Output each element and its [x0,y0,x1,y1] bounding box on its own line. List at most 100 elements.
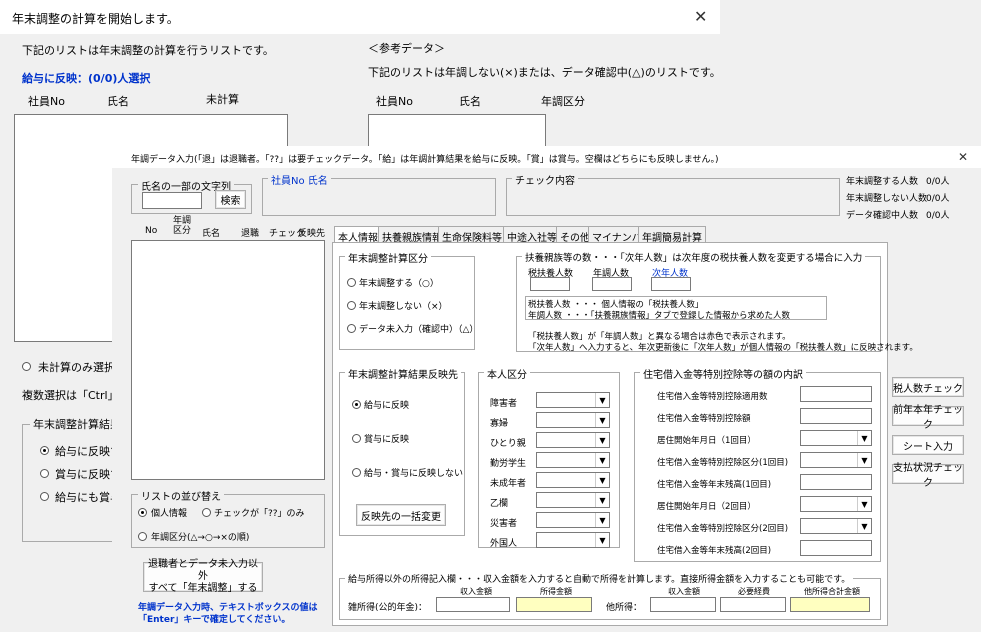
employee-list[interactable] [131,240,325,480]
search-button[interactable]: 検索 [215,190,246,209]
honnin-label: 寡婦 [490,419,509,429]
honnin-combo[interactable]: ▼ [536,432,610,448]
dropdown-arrow-icon[interactable]: ▼ [595,433,609,447]
sort-radio-check[interactable] [202,508,211,517]
radio-uncalc-label: 未計算のみ選択 [38,361,115,374]
honnin-combo[interactable]: ▼ [536,492,610,508]
stat-label-do: 年末調整する人数 [846,177,919,187]
tab-personal[interactable]: 本人情報 [334,226,382,244]
honnin-combo[interactable]: ▼ [536,472,610,488]
data-entry-close-icon[interactable]: ✕ [958,150,968,164]
jutaku-field[interactable] [800,408,872,424]
stat-label-check: データ確認中人数 [846,211,919,221]
honnin-label: 乙欄 [490,499,509,509]
honnin-combo[interactable]: ▼ [536,532,610,548]
fuyo-tax-field[interactable] [530,277,570,291]
jutaku-combo[interactable]: ▼ [800,518,872,534]
dropdown-arrow-icon[interactable]: ▼ [595,393,609,407]
jutaku-label: 住宅借入金等年末残高(2回目) [657,546,772,556]
nencho-label-pending: データ未入力（確認中）（△） [359,325,479,335]
payment-check-button[interactable]: 支払状況チェック [892,463,964,489]
close-icon[interactable]: ✕ [694,7,707,26]
col-header-uncalc: 未計算 [206,93,239,106]
stat-value-do: 0/0人 [926,177,950,187]
list-col-retired: 退職 [241,229,260,239]
nencho-radio-pending[interactable] [347,324,356,333]
dropdown-arrow-icon[interactable]: ▼ [595,453,609,467]
list-col-name: 氏名 [202,229,221,239]
search-input[interactable] [142,192,202,209]
ref-col-empno: 社員No [376,95,413,108]
other-revenue-field[interactable] [650,597,716,612]
income-col-income: 所得金額 [540,587,572,596]
other-total-field[interactable] [790,597,870,612]
jutaku-legend: 住宅借入金等特別控除等の額の内訳 [640,366,806,381]
income-legend: 給与所得以外の所得記入欄・・・収入金額を入力すると自動で所得を計算します。直接所… [345,572,854,585]
misc-income-field[interactable] [516,597,592,612]
tab-dependents[interactable]: 扶養親族情報 [378,226,446,244]
radio-salary[interactable] [40,446,49,455]
dropdown-arrow-icon[interactable]: ▼ [595,473,609,487]
window-title: 年末調整の計算を開始します。 [12,12,179,26]
bulk-nencho-button[interactable]: 退職者とデータ未入力以外 すべて「年末調整」する [143,559,263,594]
nencho-radio-do[interactable] [347,278,356,287]
selected-count: 給与に反映：(0/0)人選択 [22,72,151,85]
tax-count-check-button[interactable]: 税人数チェック [892,377,964,397]
jutaku-label: 住宅借入金等年末残高(1回目) [657,480,772,490]
jutaku-label: 住宅借入金等特別控除額 [657,414,751,424]
dropdown-arrow-icon[interactable]: ▼ [857,453,871,467]
nencho-radio-skip[interactable] [347,301,356,310]
honnin-label: ひとり親 [490,439,526,449]
radio-bonus[interactable] [40,469,49,478]
dropdown-arrow-icon[interactable]: ▼ [595,533,609,547]
jutaku-label: 住宅借入金等特別控除区分(1回目) [657,458,789,468]
nencho-label-do: 年末調整する（○） [359,279,439,289]
prev-year-check-button[interactable]: 前年本年チェック [892,405,964,431]
dropdown-arrow-icon[interactable]: ▼ [595,413,609,427]
sort-label-check: チェックが「??」のみ [214,509,305,519]
dropdown-arrow-icon[interactable]: ▼ [857,431,871,445]
income-col-revenue: 収入金額 [460,587,492,596]
sheet-input-button[interactable]: シート入力 [892,435,964,455]
honnin-combo[interactable]: ▼ [536,392,610,408]
honnin-combo[interactable]: ▼ [536,452,610,468]
stat-value-skip: 0/0人 [926,194,950,204]
honnin-combo[interactable]: ▼ [536,412,610,428]
fuyo-next-field[interactable] [651,277,691,291]
jutaku-field[interactable] [800,386,872,402]
hanei-bulk-button[interactable]: 反映先の一括変更 [356,504,446,526]
tab-midyear[interactable]: 中途入社等 [503,226,561,244]
tab-simple-calc[interactable]: 年調簡易計算 [638,226,706,244]
dropdown-arrow-icon[interactable]: ▼ [595,513,609,527]
tab-insurance[interactable]: 生命保険料等 [438,226,506,244]
dropdown-arrow-icon[interactable]: ▼ [595,493,609,507]
fuyo-nencho-field[interactable] [592,277,632,291]
list-description: 下記のリストは年末調整の計算を行うリストです。 [22,44,274,57]
jutaku-combo[interactable]: ▼ [800,430,872,446]
hanei-label-none: 給与・賞与に反映しない [364,469,464,479]
hanei-radio-bonus[interactable] [352,434,361,443]
hanei-radio-none[interactable] [352,468,361,477]
hanei-radio-salary[interactable] [352,400,361,409]
sort-legend: リストの並び替え [138,488,224,503]
jutaku-field[interactable] [800,540,872,556]
dropdown-arrow-icon[interactable]: ▼ [857,519,871,533]
other-income-label: 他所得： [606,603,643,613]
honnin-combo[interactable]: ▼ [536,512,610,528]
radio-both[interactable] [40,492,49,501]
hanei-label-bonus: 賞与に反映 [364,435,410,445]
other-expense-field[interactable] [720,597,786,612]
bulk-nencho-line2: すべて「年末調整」する [148,583,258,594]
dropdown-arrow-icon[interactable]: ▼ [857,497,871,511]
jutaku-combo[interactable]: ▼ [800,452,872,468]
ref-list[interactable] [368,114,546,148]
jutaku-combo[interactable]: ▼ [800,496,872,512]
sort-radio-kubun[interactable] [138,532,147,541]
fuyo-desc-2: 年調人数 ・・・「扶養親族情報」タブで登録した情報から求めた人数 [528,311,790,321]
honnin-label: 外国人 [490,539,518,549]
sort-label-kubun: 年調区分(△→○→×の順) [151,533,250,543]
sort-radio-personal[interactable] [138,508,147,517]
jutaku-field[interactable] [800,474,872,490]
misc-revenue-field[interactable] [436,597,510,612]
radio-uncalc[interactable] [22,362,31,371]
